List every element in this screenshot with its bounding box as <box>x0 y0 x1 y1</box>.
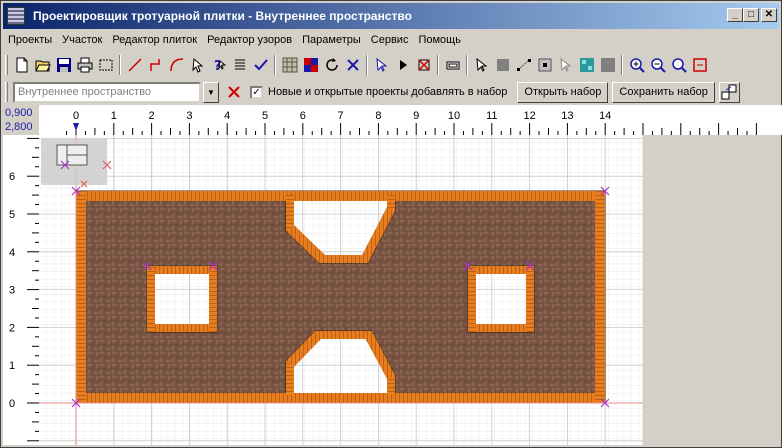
save-icon[interactable] <box>53 55 74 76</box>
menu-help[interactable]: Помощь <box>413 34 466 46</box>
title-bar[interactable]: Проектировщик тротуарной плитки - Внутре… <box>3 3 779 29</box>
empty-workspace <box>643 135 779 445</box>
check-icon[interactable] <box>250 55 271 76</box>
drawing-canvas[interactable] <box>39 135 643 445</box>
new-file-icon[interactable] <box>11 55 32 76</box>
ruler-label: 2 <box>149 110 155 122</box>
list-icon[interactable] <box>229 55 250 76</box>
coord-x-readout: 0,900 <box>5 107 33 119</box>
play-icon[interactable] <box>392 55 413 76</box>
project-combo-value: Внутреннее пространство <box>18 86 152 98</box>
pointer-arrow-icon[interactable] <box>371 55 392 76</box>
ruler-label: 0 <box>9 398 15 410</box>
open-folder-icon[interactable] <box>32 55 53 76</box>
ruler-label: 2 <box>9 322 15 334</box>
menu-tile-editor[interactable]: Редактор плиток <box>107 34 202 46</box>
ruler-label: 5 <box>9 209 15 221</box>
minimize-button[interactable]: _ <box>727 8 743 22</box>
help-pointer-icon[interactable]: ? <box>208 55 229 76</box>
menu-projects[interactable]: Проекты <box>3 34 57 46</box>
app-icon <box>7 7 25 25</box>
close-button[interactable]: ✕ <box>761 8 777 22</box>
ruler-label: 1 <box>9 360 15 372</box>
ruler-label: 10 <box>448 110 460 122</box>
toolbar-grip[interactable] <box>5 82 8 102</box>
select-pointer-icon[interactable] <box>187 55 208 76</box>
ruler-label: 8 <box>375 110 381 122</box>
toolbar-separator <box>366 55 368 75</box>
zoom-fit-icon[interactable] <box>668 55 689 76</box>
line-tool-icon[interactable] <box>124 55 145 76</box>
rotate-icon[interactable] <box>321 55 342 76</box>
ruler-label: 6 <box>300 110 306 122</box>
delete-x-icon[interactable] <box>342 55 363 76</box>
gray-square-icon[interactable] <box>597 55 618 76</box>
main-toolbar: ? <box>3 52 779 78</box>
ruler-label: 14 <box>599 110 611 122</box>
combo-dropdown-icon[interactable]: ▼ <box>203 81 219 103</box>
ruler-label: 13 <box>561 110 573 122</box>
zoom-area-icon[interactable] <box>689 55 710 76</box>
ruler-label: 7 <box>338 110 344 122</box>
ruler-label: 5 <box>262 110 268 122</box>
plan-view[interactable] <box>39 135 643 445</box>
vertical-ruler: 6 5 4 3 2 1 0 <box>3 135 39 445</box>
set-settings-icon[interactable] <box>718 81 740 103</box>
edit-node-icon[interactable] <box>471 55 492 76</box>
edit-pointer-icon[interactable] <box>555 55 576 76</box>
menu-pattern-editor[interactable]: Редактор узоров <box>202 34 297 46</box>
menu-parameters[interactable]: Параметры <box>297 34 366 46</box>
zoom-out-icon[interactable] <box>647 55 668 76</box>
color-tile-icon[interactable] <box>300 55 321 76</box>
ruler-label: 4 <box>9 247 15 259</box>
ruler-label: 9 <box>413 110 419 122</box>
move-nodes-icon[interactable] <box>513 55 534 76</box>
app-window: Проектировщик тротуарной плитки - Внутре… <box>0 0 782 448</box>
maximize-button[interactable]: □ <box>743 8 759 22</box>
eraser-icon[interactable] <box>442 55 463 76</box>
toolbar-separator <box>274 55 276 75</box>
add-to-set-checkbox[interactable]: ✓ <box>250 85 263 99</box>
zoom-in-icon[interactable] <box>626 55 647 76</box>
toolbar-separator <box>621 55 623 75</box>
fill-square-icon[interactable] <box>492 55 513 76</box>
remove-project-icon[interactable] <box>223 82 244 103</box>
minimap[interactable] <box>41 139 107 185</box>
project-set-toolbar: Внутреннее пространство ▼ ✓ Новые и откр… <box>3 79 779 105</box>
polyline-tool-icon[interactable] <box>145 55 166 76</box>
ruler-label: 12 <box>523 110 535 122</box>
ruler-label: 3 <box>9 285 15 297</box>
print-icon[interactable] <box>74 55 95 76</box>
window-title: Проектировщик тротуарной плитки - Внутре… <box>33 9 412 23</box>
select-rect-icon[interactable] <box>95 55 116 76</box>
checkmark-icon: ✓ <box>252 86 261 98</box>
arc-tool-icon[interactable] <box>166 55 187 76</box>
square-node-icon[interactable] <box>534 55 555 76</box>
toolbar-separator <box>466 55 468 75</box>
save-set-button[interactable]: Сохранить набор <box>612 81 715 103</box>
horizontal-ruler: 0 1 2 3 4 5 6 7 8 9 10 11 12 13 14 <box>39 105 782 135</box>
add-to-set-label: Новые и открытые проекты добавлять в наб… <box>268 86 508 98</box>
texture-icon[interactable] <box>576 55 597 76</box>
toolbar-separator <box>119 55 121 75</box>
menu-bar: Проекты Участок Редактор плиток Редактор… <box>3 31 779 49</box>
ruler-label: 11 <box>486 110 497 122</box>
stop-icon[interactable] <box>413 55 434 76</box>
toolbar-separator <box>437 55 439 75</box>
menu-service[interactable]: Сервис <box>366 34 414 46</box>
pattern-grid-icon[interactable] <box>279 55 300 76</box>
project-combo[interactable]: Внутреннее пространство ▼ <box>13 81 219 103</box>
ruler-label: 1 <box>111 110 117 122</box>
ruler-label: 6 <box>9 171 15 183</box>
toolbar-grip[interactable] <box>5 55 8 75</box>
ruler-label: 0 <box>73 110 79 122</box>
ruler-label: 4 <box>224 110 230 122</box>
ruler-label: 3 <box>186 110 192 122</box>
open-set-button[interactable]: Открыть набор <box>517 81 609 103</box>
coord-y-readout: 2,800 <box>5 121 33 133</box>
menu-site[interactable]: Участок <box>57 34 107 46</box>
